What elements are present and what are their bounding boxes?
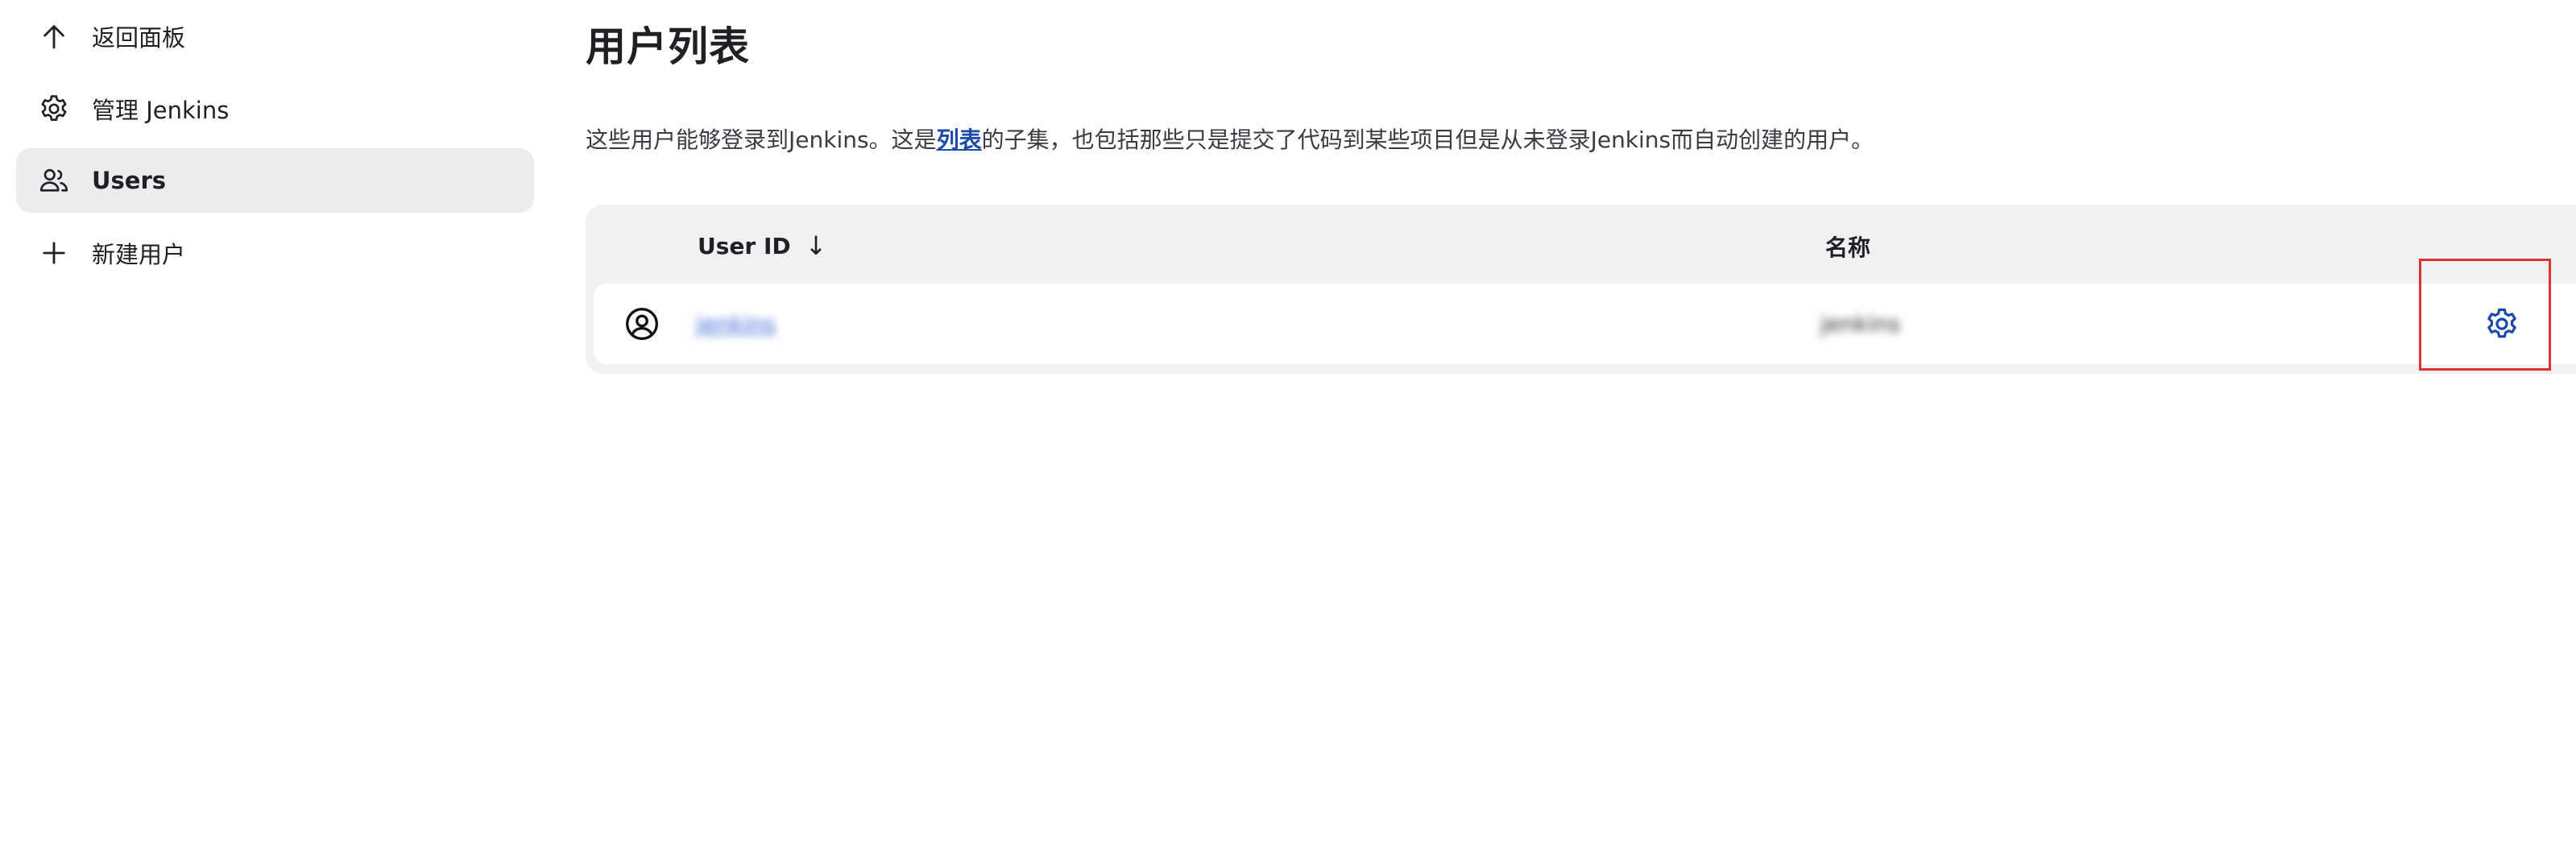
sidebar-item-users[interactable]: Users (16, 148, 534, 213)
sidebar-item-label: 返回面板 (92, 24, 186, 52)
table-row: jenkins jenkins (594, 284, 2576, 364)
users-table: User ID ↓ 名称 jenkins jenkins (586, 205, 2576, 374)
sidebar-item-label: 管理 Jenkins (92, 97, 230, 124)
user-id-link[interactable]: jenkins (696, 311, 776, 338)
page-description: 这些用户能够登录到Jenkins。这是列表的子集，也包括那些只是提交了代码到某些… (586, 122, 1874, 155)
gear-icon (37, 92, 71, 126)
sidebar-item-manage-jenkins[interactable]: 管理 Jenkins (16, 77, 534, 141)
column-header-user-id[interactable]: User ID ↓ (698, 230, 826, 261)
user-name-cell: jenkins (1820, 310, 1901, 338)
sort-arrow-icon: ↓ (805, 230, 827, 261)
arrow-up-icon (37, 19, 71, 53)
page: 返回面板 管理 Jenkins Users 新建用户 用户列表 这些用户能够登录… (0, 0, 2576, 846)
sidebar-item-label: 新建用户 (92, 241, 186, 268)
users-icon (37, 164, 71, 197)
sidebar-item-new-user[interactable]: 新建用户 (16, 221, 534, 285)
sidebar-item-label: Users (92, 167, 167, 194)
user-avatar-icon (624, 306, 660, 342)
description-text-after: 的子集，也包括那些只是提交了代码到某些项目但是从未登录Jenkins而自动创建的… (981, 126, 1874, 153)
page-title: 用户列表 (586, 23, 750, 70)
column-header-label: User ID (698, 232, 791, 259)
column-header-name[interactable]: 名称 (1825, 230, 1870, 263)
highlight-box (2419, 259, 2551, 371)
plus-icon (37, 236, 71, 270)
column-header-label: 名称 (1825, 234, 1871, 261)
sidebar-item-back-to-dashboard[interactable]: 返回面板 (16, 4, 534, 68)
description-text-before: 这些用户能够登录到Jenkins。这是 (586, 126, 937, 153)
list-link[interactable]: 列表 (937, 126, 982, 153)
